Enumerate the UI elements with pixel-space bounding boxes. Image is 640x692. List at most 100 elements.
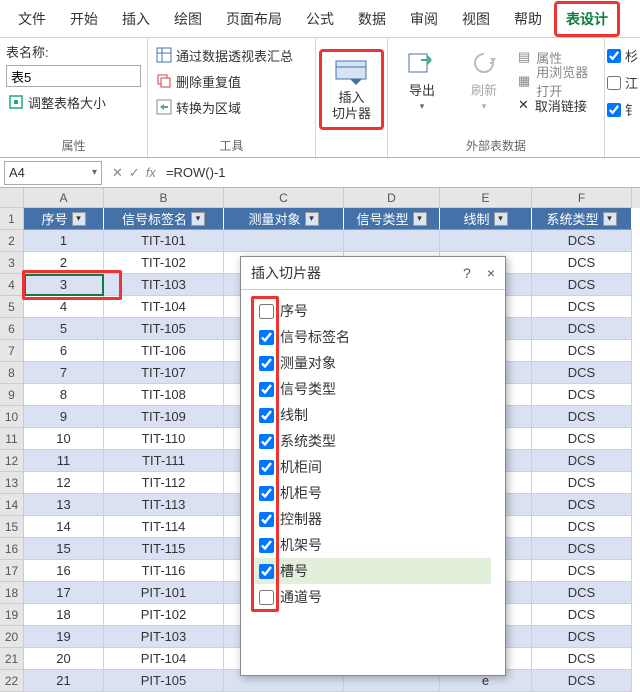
col-header-D[interactable]: D <box>344 188 440 208</box>
cell[interactable]: PIT-102 <box>104 604 224 626</box>
row-header[interactable]: 21 <box>0 648 24 670</box>
col-header-F[interactable]: F <box>532 188 632 208</box>
checkbox[interactable] <box>259 304 274 319</box>
cell[interactable]: 13 <box>24 494 104 516</box>
tab-公式[interactable]: 公式 <box>294 1 346 37</box>
row-header[interactable]: 18 <box>0 582 24 604</box>
select-all-corner[interactable] <box>0 188 24 208</box>
row-header[interactable]: 14 <box>0 494 24 516</box>
checkbox[interactable] <box>259 382 274 397</box>
checkbox[interactable] <box>259 564 274 579</box>
close-icon[interactable]: × <box>487 265 495 281</box>
cell[interactable]: TIT-108 <box>104 384 224 406</box>
slicer-field-option[interactable]: 序号 <box>255 298 491 324</box>
cell[interactable]: TIT-106 <box>104 340 224 362</box>
row-header[interactable]: 17 <box>0 560 24 582</box>
checkbox[interactable] <box>259 512 274 527</box>
slicer-field-option[interactable]: 信号类型 <box>255 376 491 402</box>
cell[interactable]: 11 <box>24 450 104 472</box>
row-header[interactable]: 12 <box>0 450 24 472</box>
cell[interactable]: DCS <box>532 252 632 274</box>
cell[interactable]: TIT-110 <box>104 428 224 450</box>
refresh-button[interactable]: 刷新 ▾ <box>456 42 512 118</box>
cell[interactable]: 7 <box>24 362 104 384</box>
cell[interactable]: 5 <box>24 318 104 340</box>
cell[interactable]: 8 <box>24 384 104 406</box>
fx-icon[interactable]: fx <box>146 165 156 181</box>
filter-icon[interactable]: ▾ <box>305 212 319 226</box>
row-header[interactable]: 7 <box>0 340 24 362</box>
filter-icon[interactable]: ▾ <box>413 212 427 226</box>
cell[interactable]: DCS <box>532 648 632 670</box>
row-header[interactable]: 16 <box>0 538 24 560</box>
row-header[interactable]: 20 <box>0 626 24 648</box>
tab-文件[interactable]: 文件 <box>6 1 58 37</box>
cell[interactable]: TIT-112 <box>104 472 224 494</box>
cell[interactable]: DCS <box>532 428 632 450</box>
cell[interactable]: DCS <box>532 230 632 252</box>
cell[interactable] <box>440 230 532 252</box>
cell[interactable]: 16 <box>24 560 104 582</box>
cell[interactable]: TIT-109 <box>104 406 224 428</box>
ext-unlink[interactable]: ✕ 取消链接 <box>518 94 598 116</box>
checkbox[interactable] <box>259 538 274 553</box>
help-icon[interactable]: ? <box>463 265 471 281</box>
cell[interactable]: DCS <box>532 538 632 560</box>
tab-插入[interactable]: 插入 <box>110 1 162 37</box>
row-header[interactable]: 6 <box>0 318 24 340</box>
checkbox[interactable] <box>259 590 274 605</box>
cell[interactable]: 3 <box>24 274 104 296</box>
cell[interactable]: PIT-105 <box>104 670 224 692</box>
cell[interactable]: DCS <box>532 318 632 340</box>
cell[interactable]: PIT-101 <box>104 582 224 604</box>
col-header-E[interactable]: E <box>440 188 532 208</box>
cell[interactable]: TIT-113 <box>104 494 224 516</box>
cell[interactable]: DCS <box>532 362 632 384</box>
cell[interactable] <box>224 230 344 252</box>
tab-数据[interactable]: 数据 <box>346 1 398 37</box>
slicer-field-option[interactable]: 线制 <box>255 402 491 428</box>
cell[interactable] <box>344 230 440 252</box>
cell[interactable]: TIT-111 <box>104 450 224 472</box>
cell[interactable]: 12 <box>24 472 104 494</box>
tab-页面布局[interactable]: 页面布局 <box>214 1 294 37</box>
slicer-field-option[interactable]: 测量对象 <box>255 350 491 376</box>
cell[interactable]: TIT-104 <box>104 296 224 318</box>
cell[interactable]: 9 <box>24 406 104 428</box>
formula-input[interactable]: =ROW()-1 <box>162 165 640 180</box>
cell[interactable]: 1 <box>24 230 104 252</box>
filter-icon[interactable]: ▾ <box>603 212 617 226</box>
row-header[interactable]: 13 <box>0 472 24 494</box>
cell[interactable]: TIT-116 <box>104 560 224 582</box>
table-name-input[interactable] <box>6 65 141 87</box>
resize-table-button[interactable]: 调整表格大小 <box>6 91 141 113</box>
checkbox[interactable] <box>259 330 274 345</box>
slicer-field-option[interactable]: 机柜间 <box>255 454 491 480</box>
cell[interactable]: PIT-103 <box>104 626 224 648</box>
slicer-field-option[interactable]: 机柜号 <box>255 480 491 506</box>
cell[interactable]: 15 <box>24 538 104 560</box>
col-header-C[interactable]: C <box>224 188 344 208</box>
cell[interactable]: TIT-103 <box>104 274 224 296</box>
cell[interactable]: 21 <box>24 670 104 692</box>
row-header[interactable]: 2 <box>0 230 24 252</box>
cell[interactable]: DCS <box>532 384 632 406</box>
slicer-field-option[interactable]: 信号标签名 <box>255 324 491 350</box>
cell[interactable]: 14 <box>24 516 104 538</box>
cell[interactable]: DCS <box>532 340 632 362</box>
checkbox[interactable] <box>259 408 274 423</box>
chevron-down-icon[interactable]: ▾ <box>92 167 97 178</box>
cell[interactable]: DCS <box>532 560 632 582</box>
cell[interactable]: TIT-105 <box>104 318 224 340</box>
table-header[interactable]: 系统类型▾ <box>532 208 632 230</box>
filter-icon[interactable]: ▾ <box>191 212 205 226</box>
cell[interactable]: DCS <box>532 626 632 648</box>
cell[interactable]: 6 <box>24 340 104 362</box>
table-header[interactable]: 线制▾ <box>440 208 532 230</box>
table-header[interactable]: 序号▾ <box>24 208 104 230</box>
tab-表设计[interactable]: 表设计 <box>554 1 620 37</box>
insert-slicer-button[interactable]: 插入 切片器 <box>319 49 384 130</box>
row-header[interactable]: 19 <box>0 604 24 626</box>
cell[interactable]: 17 <box>24 582 104 604</box>
enter-icon[interactable]: ✓ <box>129 165 140 181</box>
